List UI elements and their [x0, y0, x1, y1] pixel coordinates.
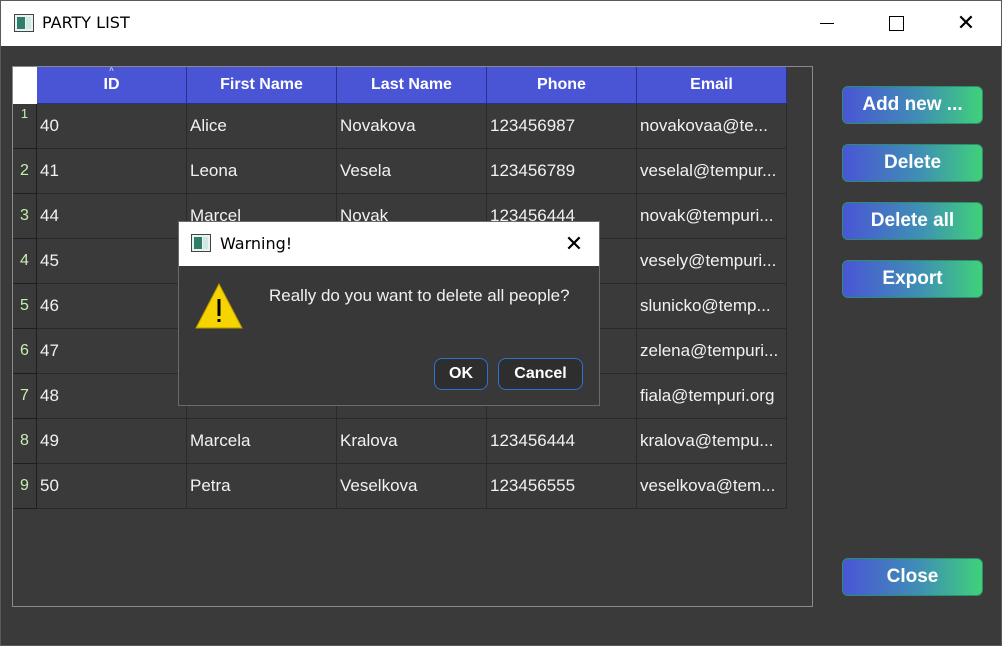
- cell-id[interactable]: 45: [37, 239, 187, 284]
- close-button[interactable]: Close: [842, 558, 983, 596]
- row-number[interactable]: 3: [13, 194, 37, 239]
- dialog-message: Really do you want to delete all people?: [269, 286, 570, 305]
- row-number[interactable]: 4: [13, 239, 37, 284]
- cell-phone[interactable]: 123456789: [487, 149, 637, 194]
- warning-icon: [195, 282, 243, 329]
- cell-first-name[interactable]: Petra: [187, 464, 337, 509]
- cell-email[interactable]: veselkova@tem...: [637, 464, 787, 509]
- cell-id[interactable]: 41: [37, 149, 187, 194]
- row-number[interactable]: 7: [13, 374, 37, 419]
- cell-id[interactable]: 47: [37, 329, 187, 374]
- column-header-label: Last Name: [371, 76, 452, 93]
- column-header-first-name[interactable]: First Name: [187, 67, 337, 104]
- dialog-title-bar[interactable]: Warning! ✕: [179, 222, 599, 266]
- grid-corner: [13, 67, 37, 104]
- dialog-title: Warning!: [220, 234, 293, 253]
- cell-last-name[interactable]: Kralova: [337, 419, 487, 464]
- close-icon: ✕: [956, 10, 976, 36]
- row-number[interactable]: 8: [13, 419, 37, 464]
- maximize-button[interactable]: [873, 1, 919, 46]
- cell-phone[interactable]: 123456987: [487, 104, 637, 149]
- column-header-id[interactable]: ^ ID: [37, 67, 187, 104]
- delete-all-button[interactable]: Delete all: [842, 202, 983, 240]
- column-header-last-name[interactable]: Last Name: [337, 67, 487, 104]
- app-icon: [191, 234, 211, 252]
- minimize-button[interactable]: [804, 1, 850, 46]
- cancel-button[interactable]: Cancel: [498, 358, 583, 390]
- app-icon: [14, 14, 34, 32]
- cell-id[interactable]: 40: [37, 104, 187, 149]
- column-header-phone[interactable]: Phone: [487, 67, 637, 104]
- cell-email[interactable]: slunicko@temp...: [637, 284, 787, 329]
- add-new-button[interactable]: Add new ...: [842, 86, 983, 124]
- cell-email[interactable]: fiala@tempuri.org: [637, 374, 787, 419]
- ok-button[interactable]: OK: [434, 358, 488, 390]
- cell-first-name[interactable]: Leona: [187, 149, 337, 194]
- cell-id[interactable]: 49: [37, 419, 187, 464]
- cell-last-name[interactable]: Veselkova: [337, 464, 487, 509]
- cell-email[interactable]: vesely@tempuri...: [637, 239, 787, 284]
- column-header-label: Phone: [537, 76, 586, 93]
- cell-phone[interactable]: 123456555: [487, 464, 637, 509]
- sort-ascending-icon: ^: [109, 66, 114, 75]
- delete-button[interactable]: Delete: [842, 144, 983, 182]
- cell-email[interactable]: zelena@tempuri...: [637, 329, 787, 374]
- cell-email[interactable]: novakovaa@te...: [637, 104, 787, 149]
- cell-id[interactable]: 50: [37, 464, 187, 509]
- window-title: PARTY LIST: [42, 13, 130, 32]
- column-header-label: ID: [103, 76, 120, 93]
- cell-first-name[interactable]: Marcela: [187, 419, 337, 464]
- cell-last-name[interactable]: Vesela: [337, 149, 487, 194]
- maximize-icon: [888, 16, 904, 31]
- minimize-icon: [820, 23, 834, 24]
- cell-id[interactable]: 46: [37, 284, 187, 329]
- column-header-label: First Name: [220, 76, 303, 93]
- cell-email[interactable]: kralova@tempu...: [637, 419, 787, 464]
- title-bar[interactable]: PARTY LIST ✕: [1, 1, 1001, 46]
- cell-phone[interactable]: 123456444: [487, 419, 637, 464]
- row-number[interactable]: 2: [13, 149, 37, 194]
- export-button[interactable]: Export: [842, 260, 983, 298]
- close-window-button[interactable]: ✕: [943, 1, 989, 46]
- cell-email[interactable]: novak@tempuri...: [637, 194, 787, 239]
- cell-last-name[interactable]: Novakova: [337, 104, 487, 149]
- column-header-label: Email: [690, 76, 733, 93]
- dialog-close-button[interactable]: ✕: [559, 230, 589, 258]
- close-icon: ✕: [564, 231, 584, 257]
- row-number[interactable]: 1: [13, 104, 37, 149]
- cell-id[interactable]: 44: [37, 194, 187, 239]
- column-header-email[interactable]: Email: [637, 67, 787, 104]
- warning-dialog: Warning! ✕ Really do you want to delete …: [178, 221, 600, 406]
- cell-first-name[interactable]: Alice: [187, 104, 337, 149]
- row-number[interactable]: 5: [13, 284, 37, 329]
- row-number[interactable]: 6: [13, 329, 37, 374]
- cell-id[interactable]: 48: [37, 374, 187, 419]
- main-window: PARTY LIST ✕ ^ ID First Name Last Name P…: [0, 0, 1002, 646]
- row-number[interactable]: 9: [13, 464, 37, 509]
- cell-email[interactable]: veselal@tempur...: [637, 149, 787, 194]
